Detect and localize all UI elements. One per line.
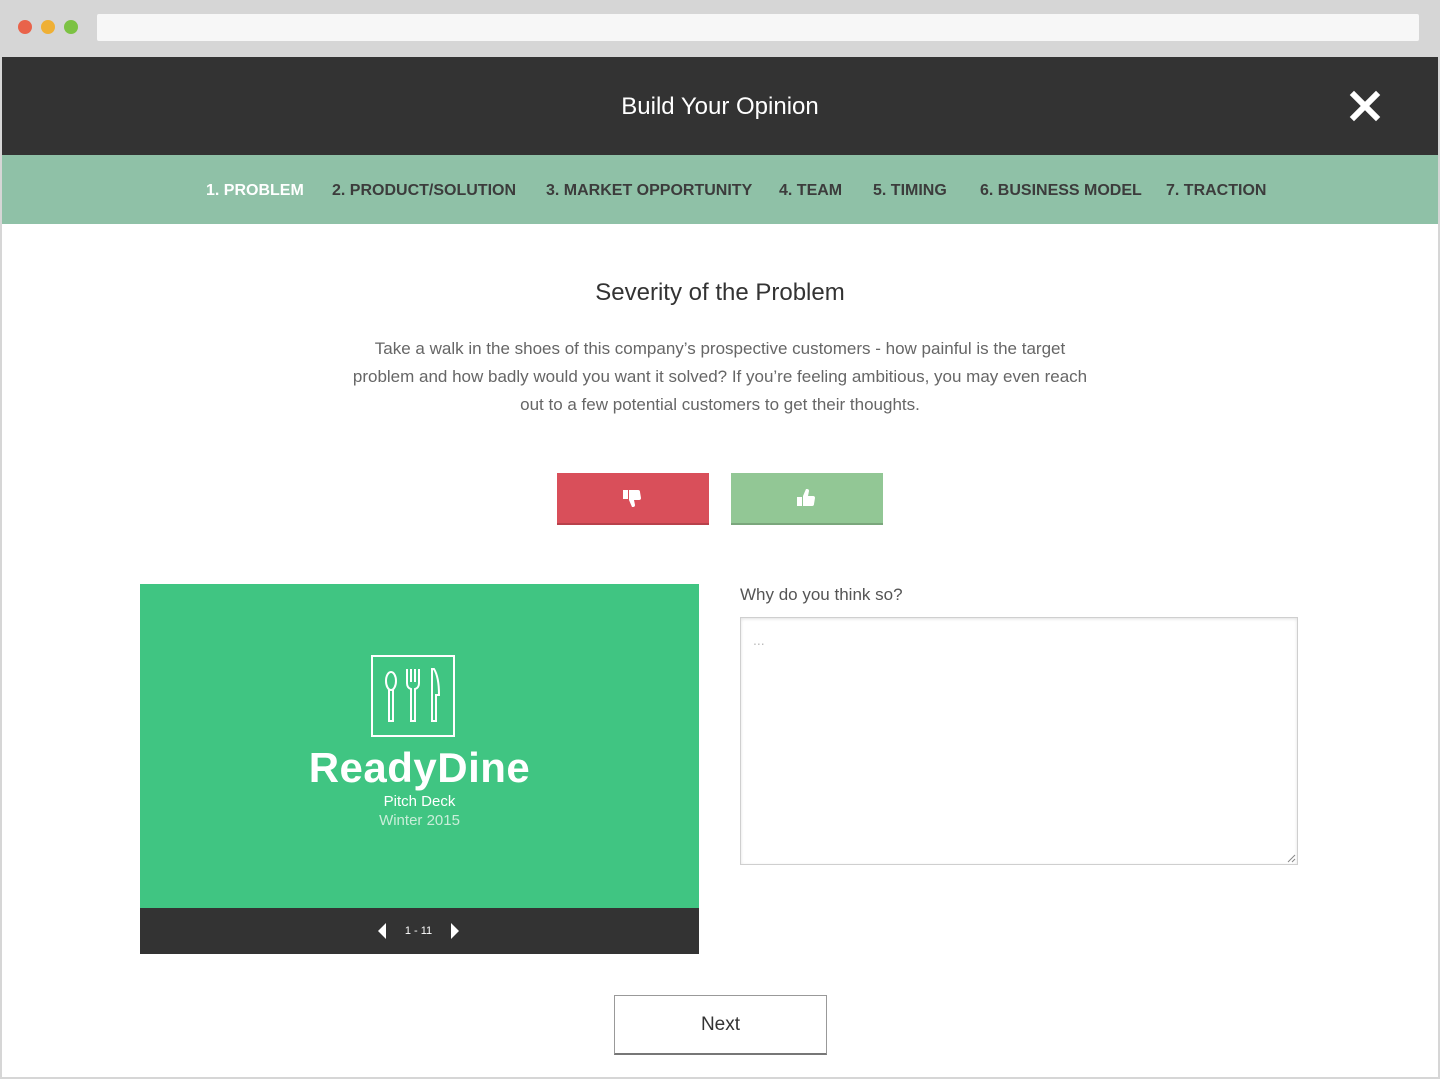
comment-textarea[interactable] [740, 617, 1298, 865]
cutlery-icon [371, 655, 455, 737]
pitch-deck-viewer: ReadyDine Pitch Deck Winter 2015 1 - 11 [140, 584, 699, 954]
modal-title: Build Your Opinion [621, 93, 819, 120]
deck-subtitle: Pitch Deck [383, 793, 456, 810]
next-button[interactable]: Next [614, 995, 827, 1055]
tab-traction[interactable]: 7. TRACTION [1166, 155, 1266, 227]
thumbs-up-button[interactable] [731, 473, 883, 525]
chevron-right-icon[interactable] [449, 922, 461, 940]
tab-team[interactable]: 4. TEAM [779, 155, 842, 227]
tab-problem[interactable]: 1. PROBLEM [206, 155, 304, 227]
thumbs-down-button[interactable] [557, 473, 709, 525]
deck-brand-name: ReadyDine [308, 744, 531, 791]
tab-business-model[interactable]: 6. BUSINESS MODEL [980, 155, 1142, 227]
thumbs-down-icon [623, 490, 641, 507]
question-description: Take a walk in the shoes of this company… [352, 339, 1088, 414]
tab-timing[interactable]: 5. TIMING [873, 155, 947, 227]
modal-header: Build Your Opinion [2, 57, 1438, 155]
deck-page-indicator: 1 - 11 [404, 925, 433, 937]
deck-slide: ReadyDine Pitch Deck Winter 2015 [140, 584, 699, 908]
thumbs-up-icon [797, 489, 815, 506]
deck-controls: 1 - 11 [140, 908, 699, 954]
opinion-modal: Build Your Opinion 1. PROBLEM 2. PRODUCT… [2, 57, 1438, 1077]
maximize-window-dot[interactable] [64, 20, 78, 34]
tab-market-opportunity[interactable]: 3. MARKET OPPORTUNITY [546, 155, 752, 227]
comment-label: Why do you think so? [740, 585, 903, 604]
deck-season: Winter 2015 [379, 812, 460, 829]
step-navigation: 1. PROBLEM 2. PRODUCT/SOLUTION 3. MARKET… [2, 155, 1438, 224]
close-window-dot[interactable] [18, 20, 32, 34]
close-icon[interactable] [1348, 89, 1382, 123]
minimize-window-dot[interactable] [41, 20, 55, 34]
resize-grip-icon[interactable] [1286, 853, 1296, 863]
tab-product-solution[interactable]: 2. PRODUCT/SOLUTION [332, 155, 516, 227]
chevron-left-icon[interactable] [376, 922, 388, 940]
question-title: Severity of the Problem [595, 279, 845, 306]
address-bar[interactable] [97, 14, 1419, 41]
browser-chrome [0, 0, 1440, 57]
